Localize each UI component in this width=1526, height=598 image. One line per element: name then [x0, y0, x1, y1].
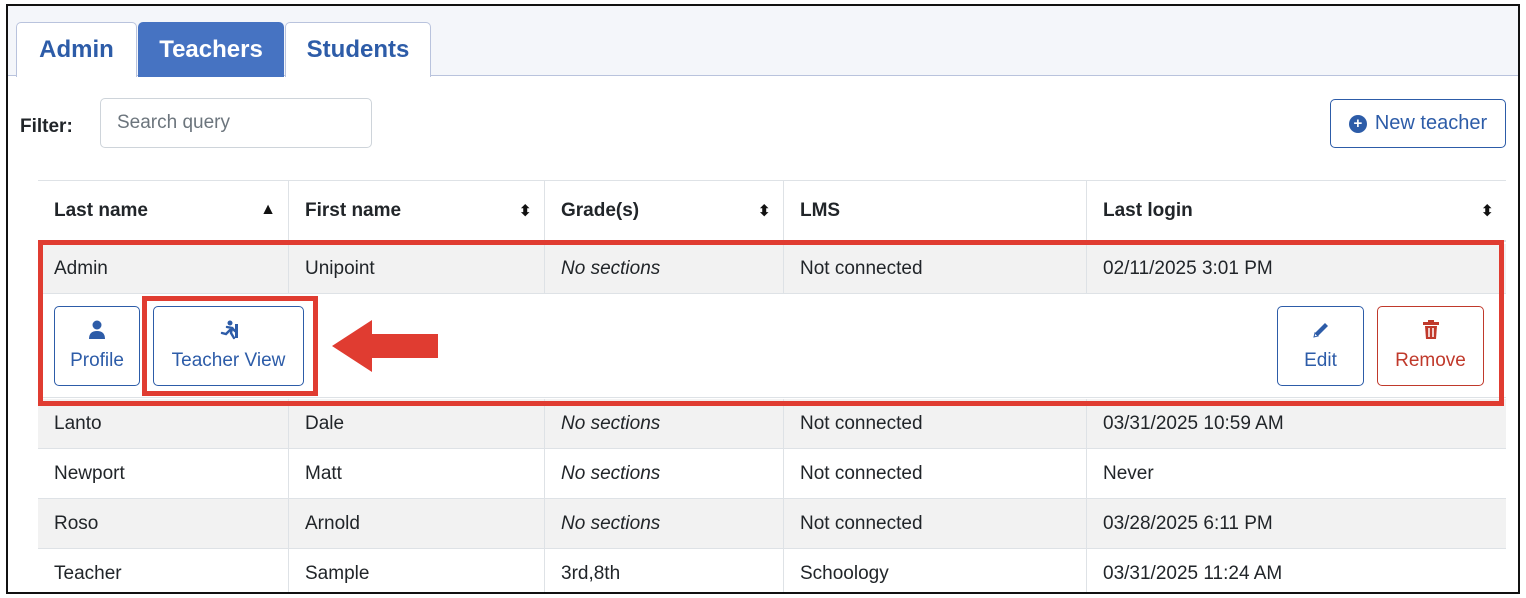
cell-grades: No sections: [545, 449, 784, 498]
cell-last-name: Newport: [38, 449, 289, 498]
new-teacher-label: New teacher: [1374, 112, 1488, 134]
sort-icon[interactable]: ⬍: [758, 201, 771, 221]
cell-last-name: Admin: [38, 244, 289, 293]
table-row[interactable]: Teacher Sample 3rd,8th Schoology 03/31/2…: [38, 549, 1506, 592]
teacher-view-button[interactable]: Teacher View: [153, 306, 304, 386]
new-teacher-button[interactable]: + New teacher: [1330, 99, 1506, 148]
teachers-panel: Admin Teachers Students Filter: + New te…: [6, 4, 1520, 594]
cell-last-login: 03/31/2025 11:24 AM: [1103, 562, 1283, 584]
cell-last-login: Never: [1103, 462, 1154, 484]
cell-lms: Not connected: [784, 399, 1087, 448]
cell-last-login: 02/11/2025 3:01 PM: [1103, 257, 1273, 279]
trash-icon: [1422, 320, 1439, 344]
remove-label: Remove: [1395, 350, 1466, 371]
cell-grades: 3rd,8th: [545, 549, 784, 592]
column-header-label: First name: [305, 199, 402, 221]
tab-teachers[interactable]: Teachers: [138, 22, 284, 77]
row-actions-panel: Profile Teacher View Edit Remove: [38, 294, 1506, 398]
user-icon: [88, 320, 106, 344]
cell-last-name: Teacher: [38, 549, 289, 592]
column-header-grades[interactable]: Grade(s) ⬍: [545, 181, 784, 240]
remove-button[interactable]: Remove: [1377, 306, 1484, 386]
teacher-view-label: Teacher View: [171, 350, 286, 371]
sort-icon[interactable]: ⬍: [1481, 201, 1494, 221]
cell-first-name: Sample: [289, 549, 545, 592]
pencil-icon: [1311, 320, 1331, 344]
column-header-lms: LMS: [784, 181, 1087, 240]
column-header-first-name[interactable]: First name ⬍: [289, 181, 545, 240]
cell-grades: No sections: [545, 399, 784, 448]
table-row[interactable]: Roso Arnold No sections Not connected 03…: [38, 499, 1506, 549]
plus-circle-icon: +: [1348, 114, 1367, 133]
cell-grades: No sections: [545, 244, 784, 293]
cell-last-login: 03/28/2025 6:11 PM: [1103, 512, 1273, 534]
tab-students[interactable]: Students: [285, 22, 431, 77]
column-header-label: Grade(s): [561, 199, 640, 221]
cell-lms: Not connected: [784, 499, 1087, 548]
search-input[interactable]: [100, 98, 372, 148]
cell-lms: Not connected: [784, 244, 1087, 293]
column-header-last-name[interactable]: Last name ▲: [38, 181, 289, 240]
profile-label: Profile: [70, 350, 124, 371]
column-header-label: Last login: [1103, 199, 1193, 221]
table-row[interactable]: Admin Unipoint No sections Not connected…: [38, 244, 1506, 294]
cell-first-name: Dale: [289, 399, 545, 448]
cell-lms: Schoology: [784, 549, 1087, 592]
profile-button[interactable]: Profile: [54, 306, 140, 386]
table-row[interactable]: Lanto Dale No sections Not connected 03/…: [38, 399, 1506, 449]
cell-lms: Not connected: [784, 449, 1087, 498]
column-header-label: LMS: [800, 199, 841, 221]
cell-first-name: Matt: [289, 449, 545, 498]
cell-last-login: 03/31/2025 10:59 AM: [1103, 412, 1284, 434]
table-header-row: Last name ▲ First name ⬍ Grade(s) ⬍ LMS …: [38, 180, 1506, 242]
column-header-label: Last name: [54, 199, 148, 221]
sort-icon[interactable]: ⬍: [519, 201, 532, 221]
sort-up-icon[interactable]: ▲: [260, 201, 276, 219]
cell-first-name: Arnold: [289, 499, 545, 548]
person-running-icon: [219, 320, 239, 344]
filter-label: Filter:: [20, 116, 73, 137]
cell-grades: No sections: [545, 499, 784, 548]
cell-first-name: Unipoint: [289, 244, 545, 293]
column-header-last-login[interactable]: Last login ⬍: [1087, 181, 1506, 240]
cell-last-name: Roso: [38, 499, 289, 548]
edit-button[interactable]: Edit: [1277, 306, 1364, 386]
edit-label: Edit: [1304, 350, 1337, 371]
cell-last-name: Lanto: [38, 399, 289, 448]
tab-admin[interactable]: Admin: [16, 22, 137, 77]
table-row[interactable]: Newport Matt No sections Not connected N…: [38, 449, 1506, 499]
tab-bar: Admin Teachers Students: [8, 6, 1518, 77]
